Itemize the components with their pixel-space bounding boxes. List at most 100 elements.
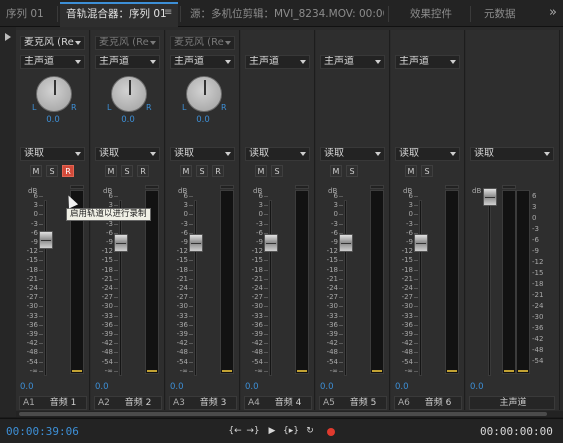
meter-level	[72, 370, 82, 372]
automation-mode-select[interactable]: 读取	[20, 147, 85, 161]
db-tick: -12	[101, 247, 113, 256]
pan-knob[interactable]	[36, 76, 72, 112]
peak-indicator[interactable]	[445, 185, 459, 189]
peak-indicator[interactable]	[145, 185, 159, 189]
volume-fader[interactable]	[414, 234, 428, 252]
master-volume-fader[interactable]	[483, 188, 497, 206]
db-tick: -9	[256, 238, 263, 246]
play-in-to-out-icon[interactable]: {▸}	[283, 425, 299, 437]
peak-indicator[interactable]	[70, 185, 84, 189]
volume-fader[interactable]	[339, 234, 353, 252]
pan-value[interactable]: 0.0	[91, 115, 165, 125]
db-tick: -6	[256, 228, 263, 237]
automation-mode-select[interactable]: 读取	[170, 147, 235, 161]
play-icon[interactable]: ▶	[265, 425, 279, 437]
output-select[interactable]: 主声道	[95, 55, 160, 69]
mute-button[interactable]: M	[180, 165, 192, 177]
db-tick: -12	[326, 247, 338, 256]
record-arm-button[interactable]: R	[62, 165, 74, 177]
scrollbar-thumb[interactable]	[19, 412, 547, 416]
db-tick: 0	[532, 214, 537, 222]
volume-fader[interactable]	[189, 234, 203, 252]
solo-button[interactable]: S	[421, 165, 433, 177]
solo-button[interactable]: S	[121, 165, 133, 177]
current-timecode[interactable]: 00:00:39:06	[6, 425, 79, 438]
db-tick: -39	[176, 330, 188, 338]
output-select[interactable]: 主声道	[245, 55, 310, 69]
pan-left-label: L	[182, 103, 187, 112]
mute-button[interactable]: M	[405, 165, 417, 177]
record-arm-button[interactable]: R	[137, 165, 149, 177]
show-hide-effects-strip[interactable]	[0, 27, 16, 417]
pan-left-label: L	[32, 103, 37, 112]
db-tick: -3	[181, 219, 188, 228]
db-tick: -18	[176, 265, 188, 274]
solo-button[interactable]: S	[346, 165, 358, 177]
volume-value[interactable]: 0.0	[170, 382, 184, 392]
tab-divider	[388, 6, 389, 22]
peak-indicator[interactable]	[295, 185, 309, 189]
input-select[interactable]: 麦克风 (Re	[95, 36, 160, 50]
record-icon[interactable]	[327, 428, 335, 436]
peak-indicator[interactable]	[370, 185, 384, 189]
automation-mode-select[interactable]: 读取	[395, 147, 460, 161]
output-select[interactable]: 主声道	[320, 55, 385, 69]
track-code: A2	[98, 398, 110, 408]
db-tick-mark	[189, 306, 193, 308]
mute-button[interactable]: M	[330, 165, 342, 177]
tab-audio-track-mixer[interactable]: 音轨混合器：序列 01	[60, 2, 178, 27]
tab-metadata[interactable]: 元数据	[478, 2, 528, 27]
record-arm-button[interactable]: R	[212, 165, 224, 177]
automation-mode-select[interactable]: 读取	[95, 147, 160, 161]
more-tabs-icon[interactable]: »	[549, 5, 557, 20]
volume-fader[interactable]	[39, 231, 53, 249]
tab-source-monitor[interactable]: 源：多机位剪辑：MVI_8234.MOV: 00:00:00:00	[184, 2, 384, 27]
volume-value[interactable]: 0.0	[245, 382, 259, 392]
input-select[interactable]: 麦克风 (Re	[170, 36, 235, 50]
db-tick: -27	[326, 293, 338, 302]
automation-mode-select[interactable]: 读取	[245, 147, 310, 161]
mute-button[interactable]: M	[255, 165, 267, 177]
volume-value[interactable]: 0.0	[20, 382, 34, 392]
automation-mode-select[interactable]: 读取	[320, 147, 385, 161]
expand-triangle-icon[interactable]	[5, 33, 11, 41]
loop-icon[interactable]: ↻	[303, 425, 317, 437]
solo-button[interactable]: S	[196, 165, 208, 177]
volume-value[interactable]: 0.0	[95, 382, 109, 392]
peak-indicator[interactable]	[220, 185, 234, 189]
input-select[interactable]: 麦克风 (Re	[20, 36, 85, 50]
volume-value[interactable]: 0.0	[395, 382, 409, 392]
fader-rail	[194, 200, 197, 376]
peak-indicator[interactable]	[502, 185, 516, 189]
automation-mode-select[interactable]: 读取	[470, 147, 554, 161]
output-select[interactable]: 主声道	[395, 55, 460, 69]
volume-fader[interactable]	[114, 234, 128, 252]
tab-effect-controls[interactable]: 效果控件	[404, 2, 464, 27]
go-to-in-icon[interactable]: {←	[228, 425, 242, 437]
pan-value[interactable]: 0.0	[166, 115, 240, 125]
db-tick: -24	[532, 302, 544, 310]
db-tick: -36	[326, 320, 338, 329]
pan-knob[interactable]	[186, 76, 222, 112]
volume-value[interactable]: 0.0	[470, 382, 484, 392]
output-select[interactable]: 主声道	[20, 55, 85, 69]
db-tick: 6	[532, 192, 537, 200]
volume-fader[interactable]	[264, 234, 278, 252]
horizontal-scrollbar[interactable]	[16, 411, 563, 417]
solo-button[interactable]: S	[46, 165, 58, 177]
pan-knob[interactable]	[111, 76, 147, 112]
pan-value[interactable]: 0.0	[16, 115, 90, 125]
go-to-out-icon[interactable]: →}	[246, 425, 260, 437]
db-tick: -∞	[254, 366, 263, 375]
fader-rail	[344, 200, 347, 376]
tab-sequence[interactable]: 序列 01	[0, 2, 56, 27]
mute-button[interactable]: M	[105, 165, 117, 177]
volume-value[interactable]: 0.0	[320, 382, 334, 392]
solo-button[interactable]: S	[271, 165, 283, 177]
db-tick: -27	[101, 293, 113, 302]
db-tick-mark	[189, 315, 193, 317]
output-select[interactable]: 主声道	[170, 55, 235, 69]
mute-button[interactable]: M	[30, 165, 42, 177]
panel-menu-icon[interactable]: ≡	[164, 7, 172, 18]
db-tick-mark	[114, 324, 118, 326]
